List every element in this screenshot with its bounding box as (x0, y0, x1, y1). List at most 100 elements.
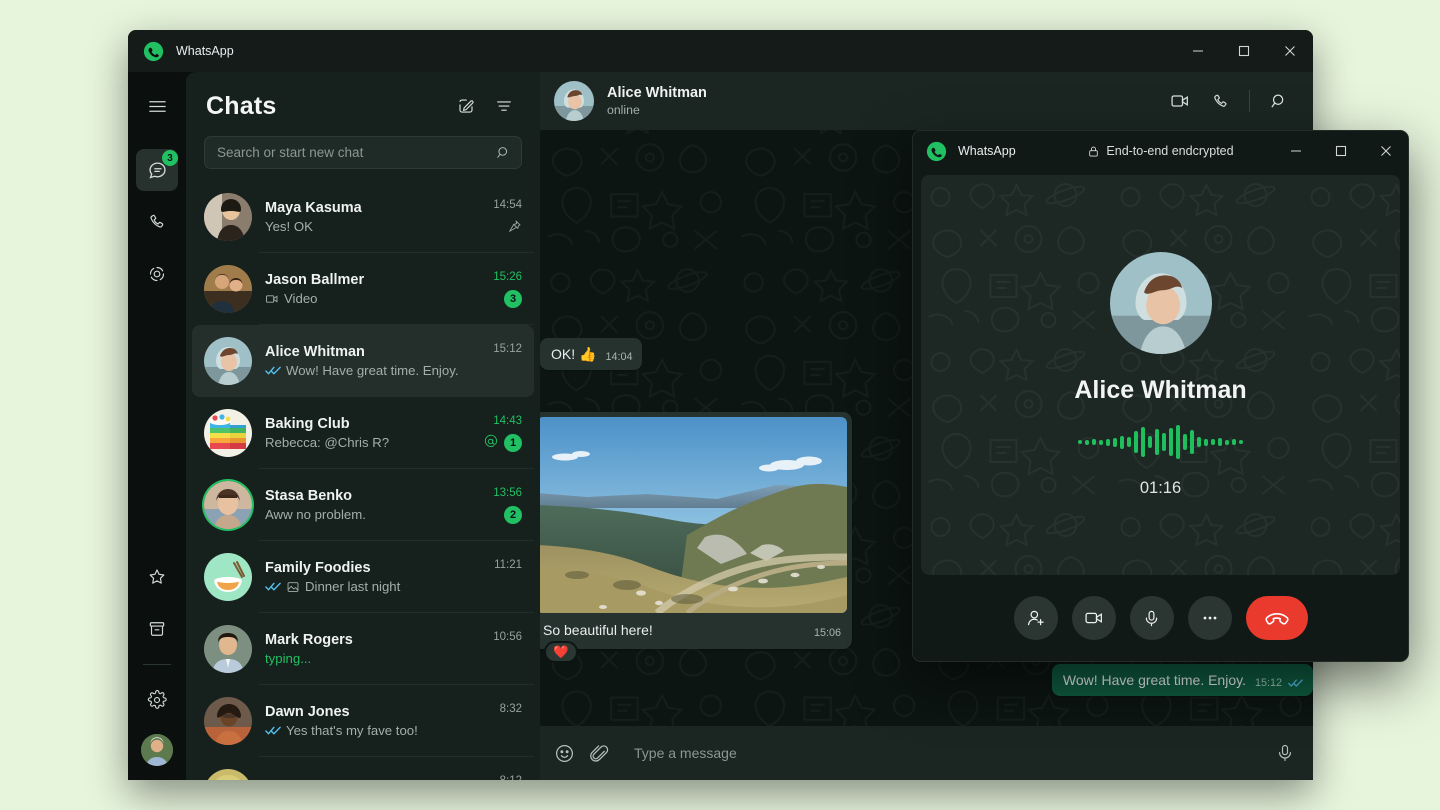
archived-chats-icon[interactable] (136, 608, 178, 650)
chat-list-item-dawn-jones[interactable]: Dawn Jones Yes that's my fave too! 8:32 (192, 685, 534, 757)
preview-text: Yes! OK (265, 219, 313, 234)
avatar (204, 625, 252, 673)
read-receipt-icon (265, 581, 281, 592)
sidebar-item-status[interactable] (136, 253, 178, 295)
search-box[interactable] (204, 136, 522, 169)
end-call-icon[interactable] (1246, 596, 1308, 640)
header-divider (1249, 90, 1250, 112)
unread-badge: 2 (504, 506, 522, 524)
read-receipt-icon (265, 365, 281, 376)
chat-list-item-ziggy-woodley[interactable]: Ziggy Woodley 8:12 (192, 757, 534, 780)
waveform-bar (1197, 437, 1201, 447)
whatsapp-logo-icon (142, 40, 164, 62)
message-bubble-image[interactable]: So beautiful here! 15:06 ❤️ (540, 412, 852, 649)
chat-list-item-stasa-benko[interactable]: Stasa Benko Aww no problem. 13:56 2 (192, 469, 534, 541)
sidebar-item-chats[interactable]: 3 (136, 149, 178, 191)
more-horizontal-icon[interactable] (1188, 596, 1232, 640)
preview-text: typing... (265, 651, 311, 666)
waveform-bar (1183, 434, 1187, 450)
chat-time: 13:56 (493, 487, 522, 499)
maximize-icon[interactable] (1318, 131, 1363, 171)
conversation-identity[interactable]: Alice Whitman online (607, 85, 1149, 117)
avatar (204, 481, 252, 529)
conversation-avatar[interactable] (554, 81, 594, 121)
voice-call-icon[interactable] (1202, 83, 1238, 119)
waveform-bar (1134, 431, 1138, 453)
close-icon[interactable] (1363, 131, 1408, 171)
chat-name: Mark Rogers (265, 632, 480, 648)
menu-icon[interactable] (136, 85, 178, 127)
chat-list-item-jason-ballmer[interactable]: Jason Ballmer Video 15:26 3 (192, 253, 534, 325)
chat-preview: Yes! OK (265, 219, 480, 234)
message-reaction[interactable]: ❤️ (544, 641, 578, 663)
chat-time: 8:12 (500, 775, 522, 781)
page-title: Chats (206, 92, 276, 121)
message-time: 15:06 (814, 627, 841, 640)
call-stage: Alice Whitman 01:16 (921, 175, 1400, 575)
chat-list-item-alice-whitman[interactable]: Alice Whitman Wow! Have great time. Enjo… (192, 325, 534, 397)
navigation-rail: 3 (128, 72, 186, 780)
close-icon[interactable] (1267, 30, 1313, 72)
minimize-icon[interactable] (1175, 30, 1221, 72)
chat-list-item-family-foodies[interactable]: Family Foodies Dinner last night (192, 541, 534, 613)
message-input[interactable] (624, 745, 1261, 761)
sidebar-item-calls[interactable] (136, 201, 178, 243)
waveform-bar (1099, 440, 1103, 445)
preview-text: Rebecca: @Chris R? (265, 435, 389, 450)
message-bubble-outgoing-final[interactable]: Wow! Have great time. Enjoy. 15:12 (1052, 664, 1313, 696)
microphone-icon[interactable] (1275, 743, 1295, 763)
waveform-bar (1078, 440, 1082, 444)
attachment-icon[interactable] (589, 743, 610, 764)
microphone-icon[interactable] (1130, 596, 1174, 640)
message-text: Wow! Have great time. Enjoy. (1063, 671, 1246, 690)
chat-time: 15:26 (493, 271, 522, 283)
chats-unread-badge: 3 (162, 150, 178, 166)
preview-text: Video (284, 291, 318, 306)
main-titlebar: WhatsApp (128, 30, 1313, 72)
new-chat-icon[interactable] (450, 90, 482, 122)
filter-icon[interactable] (488, 90, 520, 122)
chat-list-item-maya-kasuma[interactable]: Maya Kasuma Yes! OK 14:54 (192, 181, 534, 253)
preview-text: Wow! Have great time. Enjoy. (286, 363, 458, 378)
conversation-actions (1162, 83, 1297, 119)
chat-preview: Rebecca: @Chris R? (265, 435, 470, 450)
call-contact-name: Alice Whitman (1074, 376, 1246, 405)
maximize-icon[interactable] (1221, 30, 1267, 72)
avatar (204, 769, 252, 780)
message-bubble-ok[interactable]: OK! 👍 14:04 (540, 338, 642, 370)
chat-time: 14:43 (493, 415, 522, 427)
chat-name: Dawn Jones (265, 704, 487, 720)
waveform-bar (1190, 430, 1194, 454)
search-icon[interactable] (496, 145, 511, 160)
search-input[interactable] (217, 145, 496, 160)
starred-messages-icon[interactable] (136, 556, 178, 598)
add-person-icon[interactable] (1014, 596, 1058, 640)
settings-gear-icon[interactable] (136, 679, 178, 721)
emoji-icon[interactable] (554, 743, 575, 764)
photo-icon (286, 580, 300, 594)
image-caption: So beautiful here! (543, 621, 653, 640)
waveform-bar (1239, 440, 1243, 444)
read-receipt-icon (265, 725, 281, 736)
chat-time: 14:54 (493, 199, 522, 211)
waveform-bar (1211, 439, 1215, 445)
chat-list[interactable]: Maya Kasuma Yes! OK 14:54 (186, 179, 540, 780)
conversation-header: Alice Whitman online (540, 72, 1313, 130)
video-call-icon[interactable] (1162, 83, 1198, 119)
waveform-bar (1176, 425, 1180, 459)
mountain-ridge-photo[interactable] (540, 417, 847, 613)
profile-avatar[interactable] (141, 734, 173, 766)
main-window-title: WhatsApp (176, 44, 234, 58)
search-chat-icon[interactable] (1261, 83, 1297, 119)
message-text: OK! 👍 (551, 345, 596, 364)
minimize-icon[interactable] (1273, 131, 1318, 171)
avatar (204, 265, 252, 313)
chat-preview: Yes that's my fave too! (265, 723, 487, 738)
avatar (204, 337, 252, 385)
chat-list-pane: Chats (186, 72, 540, 780)
chat-list-item-baking-club[interactable]: Baking Club Rebecca: @Chris R? 14:43 (192, 397, 534, 469)
waveform-bar (1204, 439, 1208, 446)
unread-badge: 3 (504, 290, 522, 308)
chat-list-item-mark-rogers[interactable]: Mark Rogers typing... 10:56 (192, 613, 534, 685)
video-icon[interactable] (1072, 596, 1116, 640)
